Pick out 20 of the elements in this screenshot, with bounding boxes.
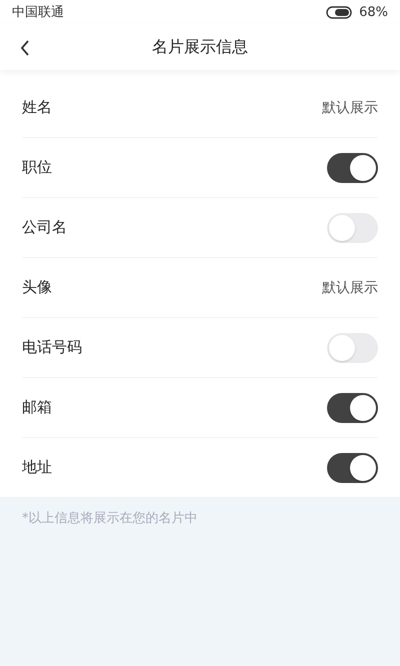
row-label: 邮箱: [22, 398, 52, 417]
row-label: 姓名: [22, 98, 52, 117]
row-label: 头像: [22, 278, 52, 297]
toggle-switch[interactable]: [327, 392, 378, 422]
back-icon[interactable]: [20, 40, 30, 56]
battery-icon: [326, 6, 354, 18]
row-label: 职位: [22, 158, 52, 177]
row-value: 默认展示: [322, 98, 378, 116]
row-value: 默认展示: [322, 278, 378, 296]
battery-text: 68%: [359, 4, 388, 20]
toggle-switch[interactable]: [327, 332, 378, 362]
row-label: 地址: [22, 458, 52, 477]
page-title: 名片展示信息: [152, 36, 248, 58]
toggle-switch[interactable]: [327, 452, 378, 482]
row-label: 公司名: [22, 218, 67, 237]
toggle-switch[interactable]: [327, 152, 378, 182]
toggle-switch[interactable]: [327, 212, 378, 242]
carrier-text: 中国联通: [12, 4, 64, 21]
note-text: *以上信息将展示在您的名片中: [22, 511, 198, 526]
row-label: 电话号码: [22, 338, 82, 357]
